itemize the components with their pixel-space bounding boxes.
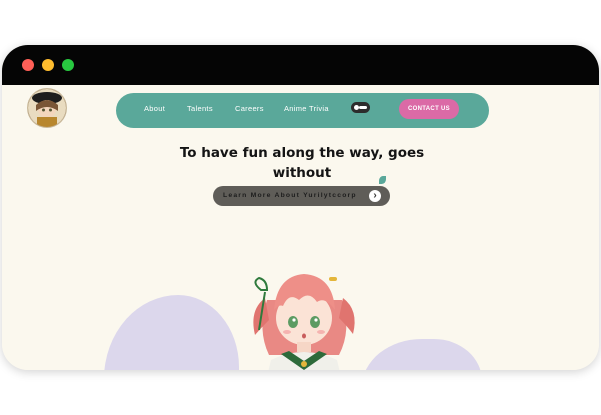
browser-window: About Talents Careers Anime Trivia CONTA… — [2, 45, 599, 370]
decorative-blob — [104, 295, 239, 370]
minimize-window-button[interactable] — [42, 59, 54, 71]
main-navigation: About Talents Careers Anime Trivia CONTA… — [116, 93, 489, 128]
hero-headline-line1: To have fun along the way, goes without — [179, 145, 425, 181]
nav-link-talents[interactable]: Talents — [187, 104, 213, 113]
window-titlebar — [2, 45, 599, 85]
nav-link-careers[interactable]: Careers — [235, 104, 264, 113]
learn-more-button[interactable]: Learn More About Yurilytccorp › — [213, 186, 390, 206]
close-window-button[interactable] — [22, 59, 34, 71]
maximize-window-button[interactable] — [62, 59, 74, 71]
site-logo[interactable] — [27, 88, 67, 128]
decorative-blob — [362, 339, 482, 370]
learn-more-label: Learn More About Yurilytccorp — [223, 192, 357, 199]
web-page: About Talents Careers Anime Trivia CONTA… — [2, 85, 599, 370]
nav-link-about[interactable]: About — [144, 104, 165, 113]
nav-link-anime-trivia[interactable]: Anime Trivia — [284, 104, 329, 113]
chevron-right-icon: › — [369, 190, 381, 202]
contact-us-button[interactable]: CONTACT US — [399, 99, 459, 119]
anime-character-illustration — [253, 274, 355, 370]
toggle-switch-icon[interactable] — [351, 102, 370, 113]
